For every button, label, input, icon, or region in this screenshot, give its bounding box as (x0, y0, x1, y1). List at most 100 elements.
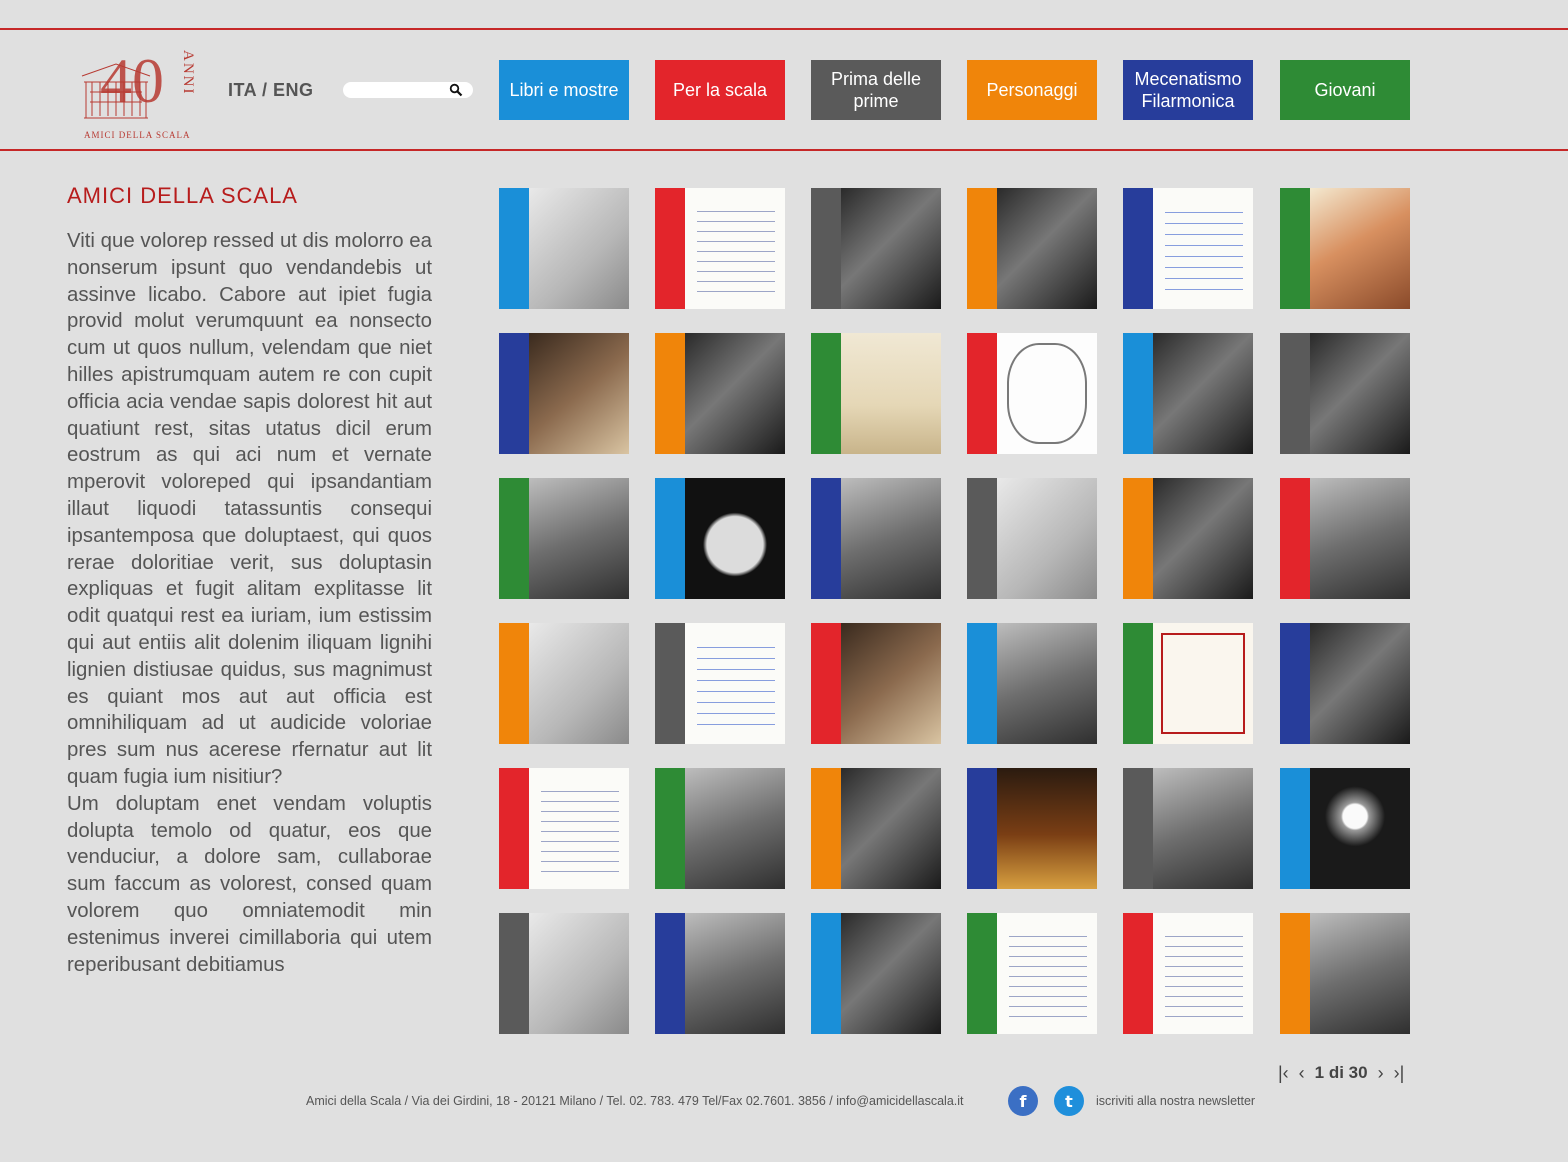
gallery-tile[interactable] (1280, 333, 1410, 454)
gallery-tile[interactable] (499, 478, 629, 599)
gallery-tile[interactable] (1123, 913, 1253, 1034)
tile-color-stripe (1280, 478, 1310, 599)
tile-color-stripe (1280, 333, 1310, 454)
gallery-tile[interactable] (967, 478, 1097, 599)
tile-color-stripe (1280, 913, 1310, 1034)
tile-color-stripe (499, 623, 529, 744)
gallery-tile[interactable] (1280, 478, 1410, 599)
gallery-tile[interactable] (967, 333, 1097, 454)
nav-button-6[interactable]: Giovani (1280, 60, 1410, 120)
gallery-tile[interactable] (499, 913, 629, 1034)
prev-page-button[interactable]: ‹ (1299, 1063, 1305, 1084)
tile-image (841, 768, 941, 889)
tile-color-stripe (655, 768, 685, 889)
search-icon[interactable] (449, 83, 463, 97)
gallery-tile[interactable] (1280, 913, 1410, 1034)
gallery-tile[interactable] (499, 333, 629, 454)
logo-graphic: 40 ANNI AMICI DELLA SCALA (81, 45, 196, 140)
gallery-tile[interactable] (1123, 623, 1253, 744)
tile-color-stripe (811, 623, 841, 744)
gallery-tile[interactable] (499, 623, 629, 744)
tile-color-stripe (811, 913, 841, 1034)
gallery-tile[interactable] (1123, 333, 1253, 454)
gallery-tile[interactable] (967, 188, 1097, 309)
gallery-tile[interactable] (1123, 478, 1253, 599)
language-switch[interactable]: ITA / ENG (228, 80, 314, 101)
newsletter-link[interactable]: iscriviti alla nostra newsletter (1096, 1094, 1255, 1108)
header-bottom-rule (0, 149, 1568, 151)
logo[interactable]: 40 ANNI AMICI DELLA SCALA (72, 40, 202, 144)
logo-word: ANNI (180, 50, 196, 96)
tile-color-stripe (967, 913, 997, 1034)
gallery-tile[interactable] (499, 188, 629, 309)
tile-color-stripe (499, 768, 529, 889)
gallery-tile[interactable] (967, 623, 1097, 744)
tile-image (685, 188, 785, 309)
first-page-button[interactable]: |‹ (1278, 1063, 1289, 1084)
tile-image (529, 333, 629, 454)
nav-button-1[interactable]: Libri e mostre (499, 60, 629, 120)
nav-button-3[interactable]: Prima delle prime (811, 60, 941, 120)
gallery-tile[interactable] (655, 478, 785, 599)
twitter-icon[interactable]: t (1054, 1086, 1084, 1116)
tile-color-stripe (499, 333, 529, 454)
facebook-icon[interactable]: f (1008, 1086, 1038, 1116)
next-page-button[interactable]: › (1378, 1063, 1384, 1084)
tile-color-stripe (1280, 768, 1310, 889)
tile-image (1310, 478, 1410, 599)
tile-image (529, 913, 629, 1034)
gallery-tile[interactable] (1123, 188, 1253, 309)
tile-image (685, 768, 785, 889)
tile-image (685, 913, 785, 1034)
gallery-tile[interactable] (1280, 623, 1410, 744)
tile-color-stripe (811, 768, 841, 889)
tile-image (685, 333, 785, 454)
gallery-tile[interactable] (655, 333, 785, 454)
tile-image (841, 188, 941, 309)
tile-color-stripe (1123, 913, 1153, 1034)
page-indicator: 1 di 30 (1314, 1063, 1368, 1082)
tile-image (685, 623, 785, 744)
tile-image (529, 188, 629, 309)
gallery-tile[interactable] (655, 623, 785, 744)
gallery-tile[interactable] (1280, 768, 1410, 889)
nav-button-4[interactable]: Personaggi (967, 60, 1097, 120)
gallery-tile[interactable] (1280, 188, 1410, 309)
tile-color-stripe (967, 188, 997, 309)
tile-color-stripe (1123, 333, 1153, 454)
gallery-tile[interactable] (811, 623, 941, 744)
tile-image (529, 768, 629, 889)
tile-image (997, 188, 1097, 309)
nav-button-5[interactable]: Mecenatismo Filarmonica (1123, 60, 1253, 120)
search-box[interactable] (343, 82, 473, 101)
tile-color-stripe (655, 188, 685, 309)
tile-color-stripe (655, 333, 685, 454)
gallery-tile[interactable] (811, 333, 941, 454)
gallery-tile[interactable] (655, 913, 785, 1034)
gallery-tile[interactable] (1123, 768, 1253, 889)
tile-color-stripe (1123, 188, 1153, 309)
gallery-tile[interactable] (655, 188, 785, 309)
tile-image (1153, 478, 1253, 599)
tile-image (1310, 913, 1410, 1034)
tile-color-stripe (655, 478, 685, 599)
gallery-tile[interactable] (811, 768, 941, 889)
last-page-button[interactable]: ›| (1394, 1063, 1405, 1084)
tile-color-stripe (655, 913, 685, 1034)
gallery-tile[interactable] (499, 768, 629, 889)
tile-image (529, 623, 629, 744)
gallery-tile[interactable] (655, 768, 785, 889)
tile-image (1310, 768, 1410, 889)
tile-image (1310, 333, 1410, 454)
tile-image (1153, 188, 1253, 309)
tile-image (1153, 333, 1253, 454)
gallery-tile[interactable] (811, 188, 941, 309)
tile-color-stripe (1123, 478, 1153, 599)
gallery-tile[interactable] (967, 768, 1097, 889)
search-input[interactable] (351, 83, 455, 101)
gallery-tile[interactable] (811, 913, 941, 1034)
intro-paragraph-2: Um doluptam enet vendam voluptis dolupta… (67, 792, 432, 976)
nav-button-2[interactable]: Per la scala (655, 60, 785, 120)
gallery-tile[interactable] (811, 478, 941, 599)
gallery-tile[interactable] (967, 913, 1097, 1034)
